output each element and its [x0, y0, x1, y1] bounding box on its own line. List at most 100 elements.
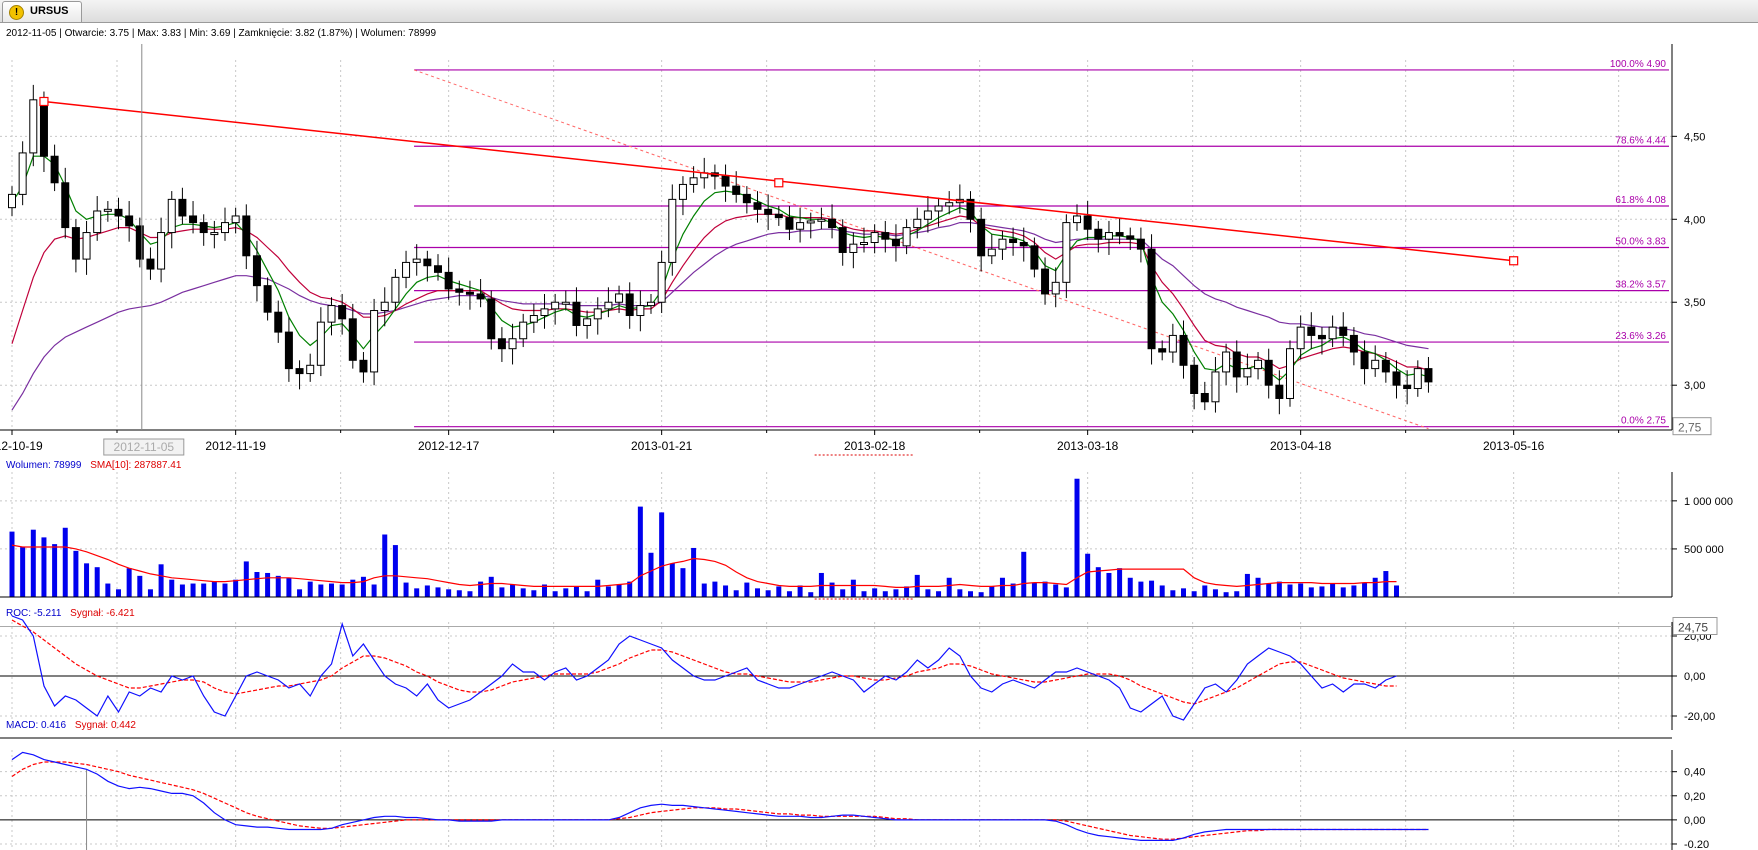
- volume-bar: [488, 576, 494, 597]
- trendline-handle: [774, 178, 784, 188]
- candle: [1339, 326, 1348, 336]
- volume-bar: [30, 529, 36, 597]
- candle: [625, 293, 634, 317]
- tab-label: URSUS: [30, 5, 69, 17]
- candle: [753, 202, 762, 210]
- volume-bar: [275, 575, 281, 597]
- roc-axis-label: -20,00: [1684, 711, 1715, 723]
- candle: [1254, 359, 1263, 370]
- volume-bar: [297, 589, 303, 597]
- volume-bar: [105, 583, 111, 597]
- candle: [636, 305, 645, 317]
- volume-bar: [755, 588, 760, 597]
- volume-bar: [786, 591, 792, 597]
- volume-bar: [1106, 572, 1112, 597]
- candle: [1307, 326, 1316, 336]
- candle: [902, 227, 911, 247]
- candle: [39, 99, 48, 157]
- candle: [796, 222, 805, 230]
- candle: [977, 218, 986, 257]
- fibonacci-level-label: 78.6% 4.44: [1615, 135, 1666, 146]
- candle: [189, 215, 198, 224]
- volume-bar: [456, 590, 462, 597]
- candle: [860, 242, 868, 246]
- candle: [1179, 334, 1188, 366]
- candle: [316, 321, 325, 366]
- candle: [1275, 384, 1284, 399]
- volume-bar: [552, 591, 558, 597]
- volume-bar: [233, 579, 239, 597]
- volume-axis-label: 500 000: [1684, 544, 1724, 556]
- candle: [178, 198, 187, 217]
- date-axis-label: 2012-10-19: [0, 439, 43, 453]
- volume-bar: [840, 589, 846, 597]
- fibonacci-diagonal: [413, 69, 1429, 430]
- date-axis-label: 2013-04-18: [1270, 439, 1332, 453]
- candle: [615, 293, 624, 303]
- candle: [391, 276, 400, 303]
- volume-bar: [605, 586, 611, 597]
- volume-bar: [1276, 581, 1282, 597]
- volume-bar: [446, 589, 452, 597]
- candle: [1371, 359, 1380, 370]
- candle: [295, 368, 304, 375]
- candle: [1115, 232, 1124, 237]
- volume-bar: [414, 588, 420, 597]
- candle: [881, 232, 890, 240]
- volume-bar: [904, 586, 910, 597]
- volume-bar: [989, 586, 995, 597]
- candle: [444, 271, 453, 290]
- stock-chart[interactable]: 3,00 3,50 4,00 4,50 100.0% 4.90 78.6% 4.44 61.…: [0, 22, 1758, 850]
- candle: [274, 311, 283, 333]
- candle: [61, 182, 70, 229]
- roc-marker-label: 24,75: [1678, 621, 1708, 635]
- volume-bar: [850, 579, 856, 597]
- candle: [338, 305, 347, 320]
- candle: [519, 321, 528, 340]
- candle: [50, 155, 59, 184]
- volume-bar: [1042, 581, 1048, 597]
- candle: [434, 265, 442, 273]
- candle: [412, 258, 421, 263]
- fibonacci-level-label: 0.0% 2.75: [1621, 416, 1666, 427]
- date-axis-label: 2013-01-21: [631, 439, 693, 453]
- volume-bar: [1063, 587, 1069, 597]
- candle: [540, 308, 549, 317]
- candle: [284, 331, 293, 370]
- volume-bar: [510, 584, 516, 597]
- candle: [945, 202, 954, 207]
- volume-bar: [797, 585, 803, 597]
- tab-ursus[interactable]: ! URSUS: [2, 1, 82, 22]
- candle: [1051, 281, 1060, 295]
- candle: [167, 198, 176, 234]
- current-value-label: 2,75: [1678, 421, 1702, 435]
- candle: [657, 261, 666, 303]
- date-axis-label: 2013-03-18: [1057, 439, 1119, 453]
- candle: [721, 175, 730, 187]
- volume-bar: [1021, 551, 1027, 597]
- volume-sma-line: [11, 544, 1397, 589]
- volume-bar: [360, 576, 366, 597]
- candle: [561, 301, 570, 305]
- macd-axis-label: 0,20: [1684, 791, 1705, 803]
- candle: [1296, 326, 1305, 350]
- trendline-handle: [1509, 256, 1519, 266]
- roc-line: [11, 615, 1397, 721]
- candle: [678, 183, 687, 200]
- volume-bar: [1383, 571, 1389, 597]
- volume-bar: [382, 534, 388, 597]
- volume-bar: [1085, 553, 1091, 597]
- volume-bar: [222, 583, 228, 597]
- candle: [828, 218, 837, 229]
- volume-bar: [1351, 585, 1357, 597]
- candle: [465, 291, 474, 295]
- volume-bar: [1266, 583, 1272, 597]
- volume-bar: [435, 587, 441, 597]
- candle: [1094, 228, 1103, 240]
- volume-bar: [1372, 577, 1378, 597]
- candle: [1349, 334, 1358, 353]
- volume-bar: [946, 577, 952, 597]
- volume-bar: [1170, 590, 1176, 597]
- candle: [1222, 351, 1231, 373]
- volume-bar: [1149, 580, 1155, 597]
